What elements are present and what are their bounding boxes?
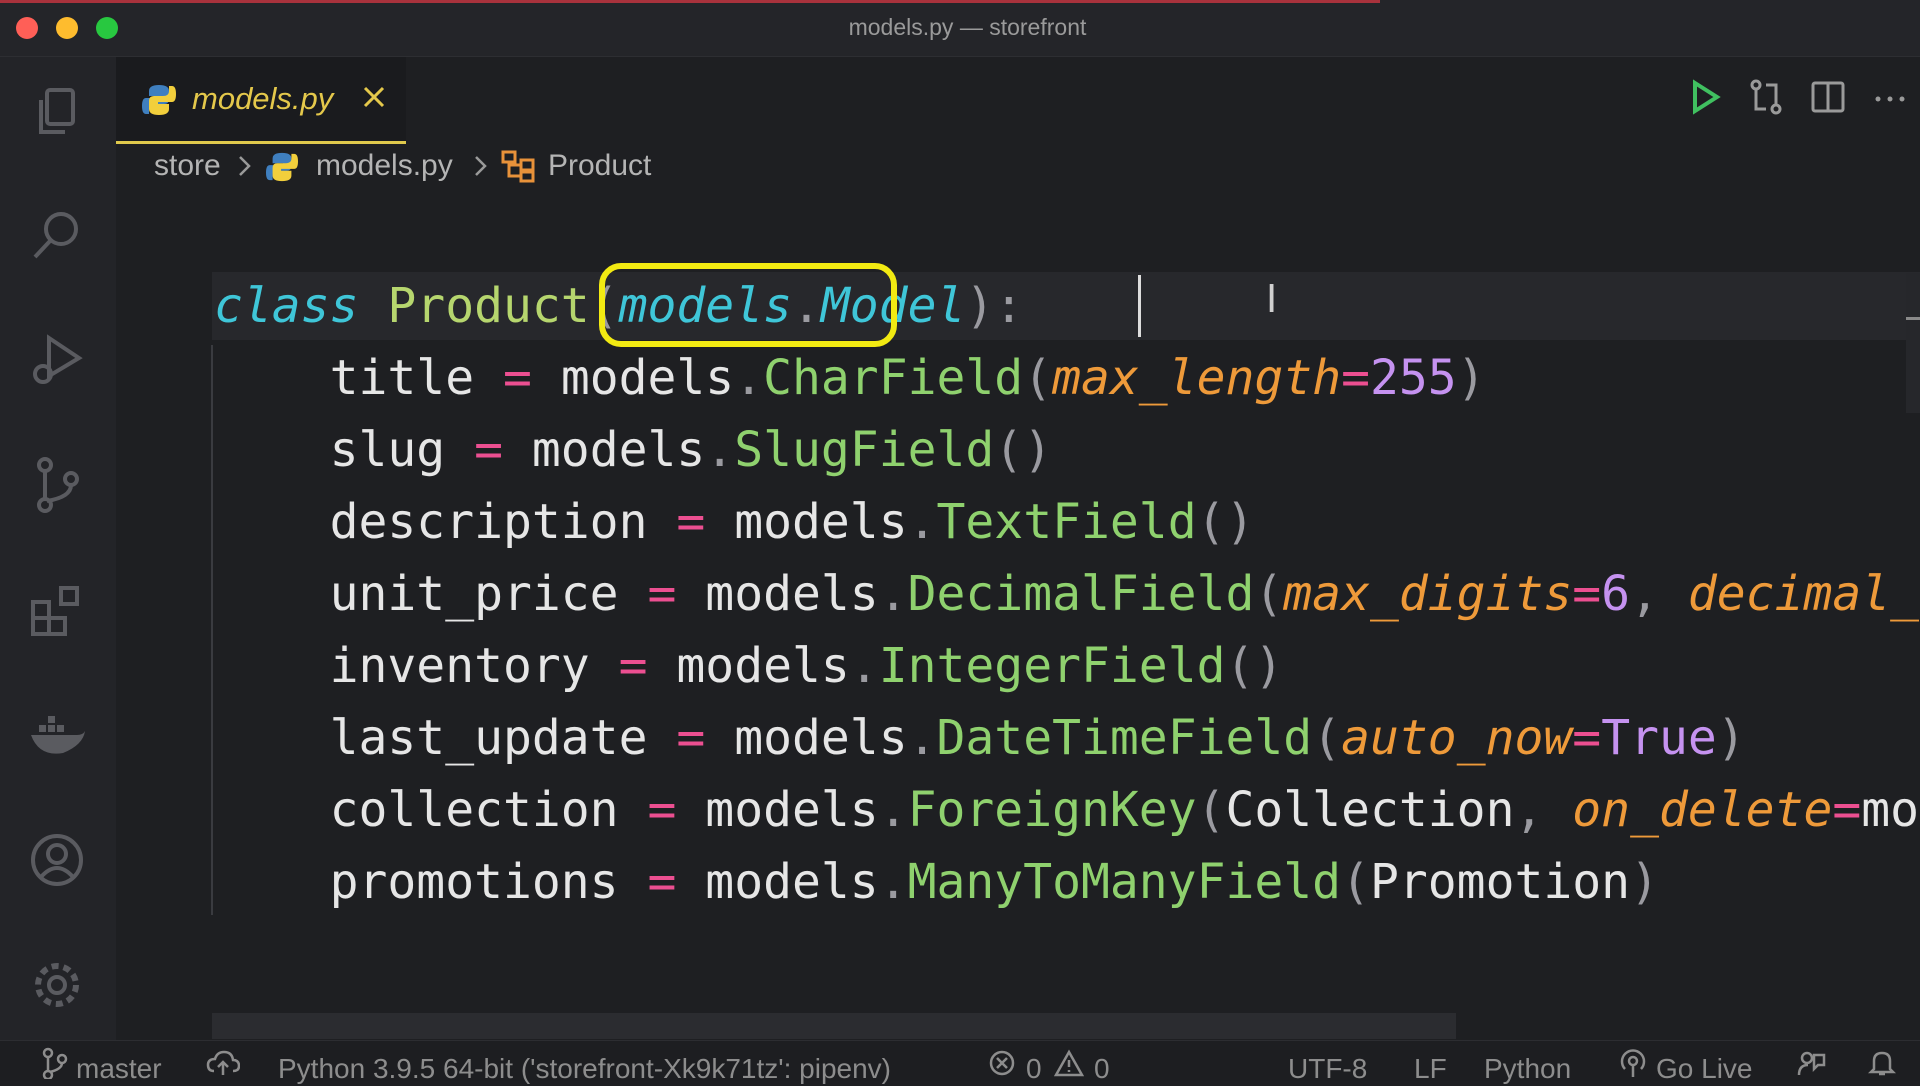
docker-icon[interactable] xyxy=(22,700,92,770)
encoding[interactable]: UTF-8 xyxy=(1288,1053,1367,1085)
tab-models-py[interactable]: models.py xyxy=(116,57,406,144)
class-symbol-icon xyxy=(500,149,536,191)
warning-count[interactable]: 0 xyxy=(1094,1053,1110,1085)
window-title: models.py — storefront xyxy=(848,14,1087,40)
code-line: promotions = models.ManyToManyField(Prom… xyxy=(329,854,1659,910)
warning-icon xyxy=(1053,1049,1085,1084)
split-editor-icon[interactable] xyxy=(1808,77,1848,122)
code-line: title = models.CharField(max_length=255) xyxy=(329,350,1486,406)
annotation-highlight-box xyxy=(599,263,897,347)
search-icon[interactable] xyxy=(22,200,92,270)
horizontal-scrollbar[interactable] xyxy=(212,1013,1456,1039)
code-line: unit_price = models.DecimalField(max_dig… xyxy=(329,566,1920,622)
broadcast-icon xyxy=(1618,1049,1648,1084)
more-actions-icon[interactable] xyxy=(1870,77,1910,122)
editor-tab-bar: models.py xyxy=(116,57,1920,144)
mouse-ibeam-cursor: I xyxy=(1266,277,1278,321)
breadcrumb-folder[interactable]: store xyxy=(154,149,221,183)
breadcrumb-file[interactable]: models.py xyxy=(316,149,453,183)
chevron-right-icon xyxy=(472,153,490,187)
activity-bar xyxy=(0,57,116,1040)
settings-gear-icon[interactable] xyxy=(22,950,92,1020)
title-accent-line xyxy=(0,0,1380,3)
code-line: collection = models.ForeignKey(Collectio… xyxy=(329,782,1920,838)
branch-icon xyxy=(40,1047,68,1086)
python-interpreter[interactable]: Python 3.9.5 64-bit ('storefront-Xk9k71t… xyxy=(278,1053,891,1085)
account-icon[interactable] xyxy=(22,825,92,895)
source-control-icon[interactable] xyxy=(22,450,92,520)
code-line: last_update = models.DateTimeField(auto_… xyxy=(329,710,1746,766)
breadcrumb-symbol[interactable]: Product xyxy=(548,149,651,183)
indent-guide xyxy=(211,345,213,915)
error-count[interactable]: 0 xyxy=(1026,1053,1042,1085)
code-editor[interactable]: class Product(models.Model): title = mod… xyxy=(116,195,1920,1040)
sync-cloud-icon[interactable] xyxy=(206,1049,241,1084)
breadcrumb: store models.py Product xyxy=(116,143,1920,195)
feedback-icon[interactable] xyxy=(1796,1049,1826,1084)
close-tab-icon[interactable] xyxy=(356,79,392,115)
title-bar: models.py — storefront xyxy=(0,0,1920,57)
bell-icon[interactable] xyxy=(1867,1049,1897,1084)
compare-icon[interactable] xyxy=(1746,77,1786,122)
branch-name[interactable]: master xyxy=(76,1053,162,1085)
language-mode[interactable]: Python xyxy=(1484,1053,1571,1085)
run-debug-icon[interactable] xyxy=(22,325,92,395)
explorer-icon[interactable] xyxy=(22,77,92,147)
error-icon xyxy=(988,1049,1016,1084)
code-line: slug = models.SlugField() xyxy=(329,422,1053,478)
status-bar: master Python 3.9.5 64-bit ('storefront-… xyxy=(0,1040,1920,1084)
vertical-scrollbar[interactable] xyxy=(1906,273,1920,413)
python-file-icon xyxy=(266,151,298,191)
text-cursor xyxy=(1138,275,1141,337)
tab-label: models.py xyxy=(192,81,334,116)
code-line: inventory = models.IntegerField() xyxy=(329,638,1284,694)
code-line: description = models.TextField() xyxy=(329,494,1255,550)
run-icon[interactable] xyxy=(1684,77,1724,122)
end-of-line[interactable]: LF xyxy=(1414,1053,1447,1085)
extensions-icon[interactable] xyxy=(22,575,92,645)
chevron-right-icon xyxy=(236,153,254,187)
scrollbar-marker xyxy=(1906,317,1920,320)
go-live-button[interactable]: Go Live xyxy=(1656,1053,1753,1085)
python-file-icon xyxy=(142,83,176,122)
